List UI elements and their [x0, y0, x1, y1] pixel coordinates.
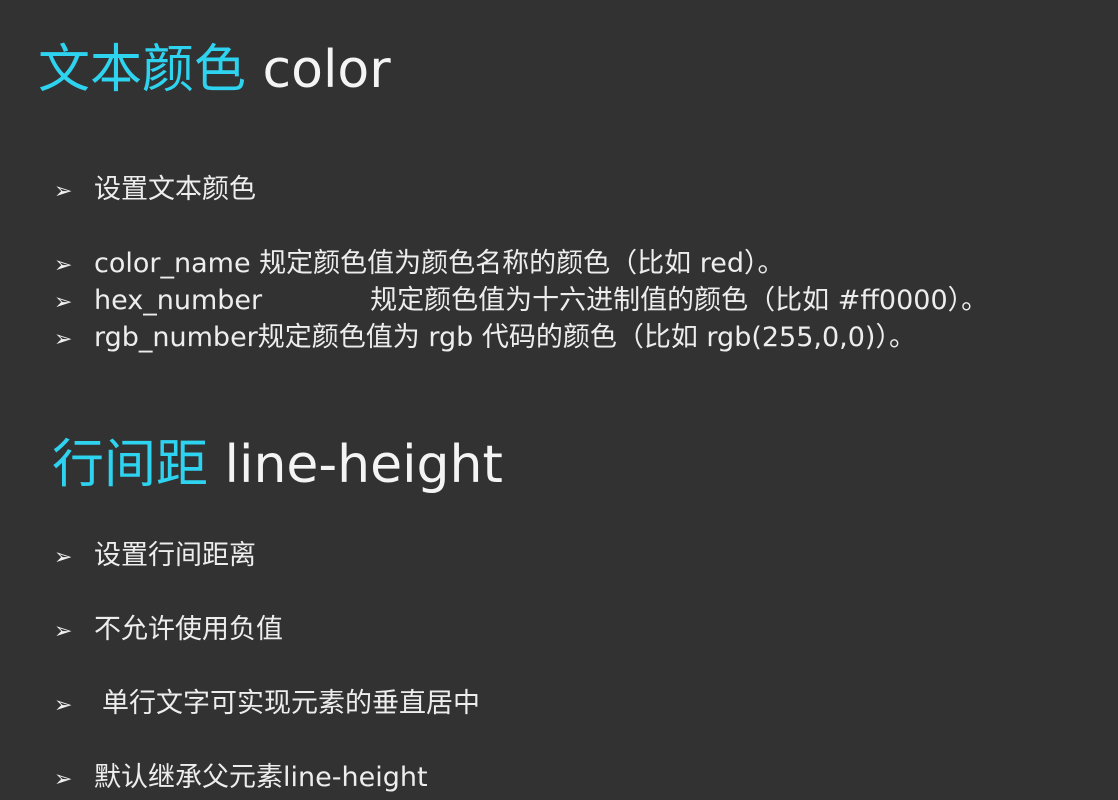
list-item: ➢ 设置文本颜色 [54, 174, 256, 206]
list-item: ➢ 设置行间距离 [54, 540, 256, 572]
title-english: color [262, 40, 391, 100]
section-title-line-height: 行间距 line-height [52, 435, 503, 495]
list-item-text: color_name 规定颜色值为颜色名称的颜色（比如 red）。 [94, 248, 785, 279]
list-item: ➢ 默认继承父元素line-height [54, 762, 428, 794]
list-item-text: 不允许使用负值 [94, 614, 283, 645]
arrow-bullet-icon: ➢ [54, 253, 73, 278]
list-item-text: 设置文本颜色 [94, 174, 256, 205]
list-item-text: rgb_number规定颜色值为 rgb 代码的颜色（比如 rgb(255,0,… [94, 322, 916, 353]
title-chinese: 文本颜色 [38, 40, 247, 100]
list-item: ➢ 不允许使用负值 [54, 614, 283, 646]
list-item-text: 单行文字可实现元素的垂直居中 [102, 688, 480, 719]
title-chinese: 行间距 [52, 435, 209, 495]
list-item-text: 规定颜色值为十六进制值的颜色（比如 #ff0000）。 [370, 285, 989, 316]
list-item-label: hex_number [94, 285, 263, 316]
list-item: ➢ color_name 规定颜色值为颜色名称的颜色（比如 red）。 [54, 248, 784, 280]
section-title-color: 文本颜色 color [38, 40, 391, 100]
arrow-bullet-icon: ➢ [54, 767, 73, 792]
arrow-bullet-icon: ➢ [54, 179, 73, 204]
list-item: ➢ rgb_number规定颜色值为 rgb 代码的颜色（比如 rgb(255,0… [54, 322, 916, 354]
arrow-bullet-icon: ➢ [54, 545, 73, 570]
list-item: ➢ 单行文字可实现元素的垂直居中 [54, 688, 480, 720]
list-item-text: 设置行间距离 [94, 540, 256, 571]
arrow-bullet-icon: ➢ [54, 693, 73, 718]
arrow-bullet-icon: ➢ [54, 290, 73, 315]
list-item: ➢ hex_number 规定颜色值为十六进制值的颜色（比如 #ff0000）。 [54, 285, 988, 317]
arrow-bullet-icon: ➢ [54, 619, 73, 644]
list-item-text: 默认继承父元素line-height [94, 762, 428, 793]
title-english: line-height [224, 435, 503, 495]
arrow-bullet-icon: ➢ [54, 327, 73, 352]
